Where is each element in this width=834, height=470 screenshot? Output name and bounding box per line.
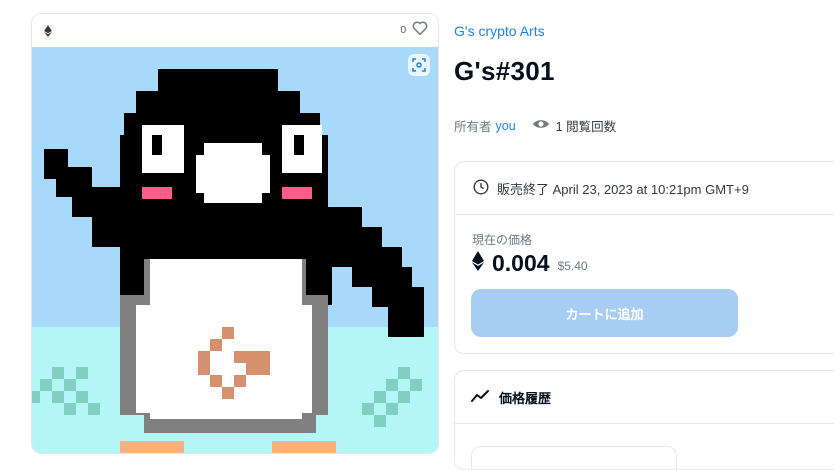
trend-icon — [471, 389, 489, 405]
ethereum-icon — [472, 251, 484, 276]
artwork-card: 0 — [31, 13, 439, 454]
price-usd: $5.40 — [557, 259, 588, 273]
price-history-header[interactable]: 価格履歴 — [455, 371, 834, 424]
nft-title: G's#301 — [454, 56, 555, 86]
owner-label: 所有者 — [454, 120, 492, 134]
heart-icon[interactable] — [412, 21, 428, 40]
sale-panel: 販売終了 April 23, 2023 at 10:21pm GMT+9 現在の… — [454, 161, 834, 354]
collection-link[interactable]: G's crypto Arts — [454, 23, 545, 39]
sale-end-text: 販売終了 April 23, 2023 at 10:21pm GMT+9 — [497, 181, 749, 197]
current-price-label: 現在の価格 — [472, 233, 533, 247]
eye-icon — [532, 118, 550, 133]
favorite-control[interactable]: 0 — [400, 21, 428, 40]
owner-link[interactable]: you — [496, 119, 516, 133]
views-counter: 1 閲覧回数 — [532, 116, 616, 135]
price-history-title: 価格履歴 — [499, 390, 552, 406]
owner-views-row: 所有者 you 1 閲覧回数 — [454, 116, 616, 135]
sale-end-header: 販売終了 April 23, 2023 at 10:21pm GMT+9 — [455, 162, 834, 215]
scan-icon[interactable] — [408, 54, 430, 76]
history-period-select[interactable] — [471, 446, 677, 469]
add-to-cart-button[interactable]: カートに追加 — [471, 289, 738, 337]
price-eth: 0.004 — [492, 250, 550, 276]
nft-artwork-image[interactable] — [32, 47, 438, 453]
favorite-count: 0 — [400, 25, 406, 36]
price-history-panel: 価格履歴 — [454, 370, 834, 470]
ethereum-icon — [44, 24, 52, 37]
views-text: 1 閲覧回数 — [555, 120, 617, 134]
clock-icon — [473, 178, 489, 198]
artwork-topbar: 0 — [32, 14, 438, 47]
price-row: 0.004 $5.40 — [472, 250, 588, 277]
